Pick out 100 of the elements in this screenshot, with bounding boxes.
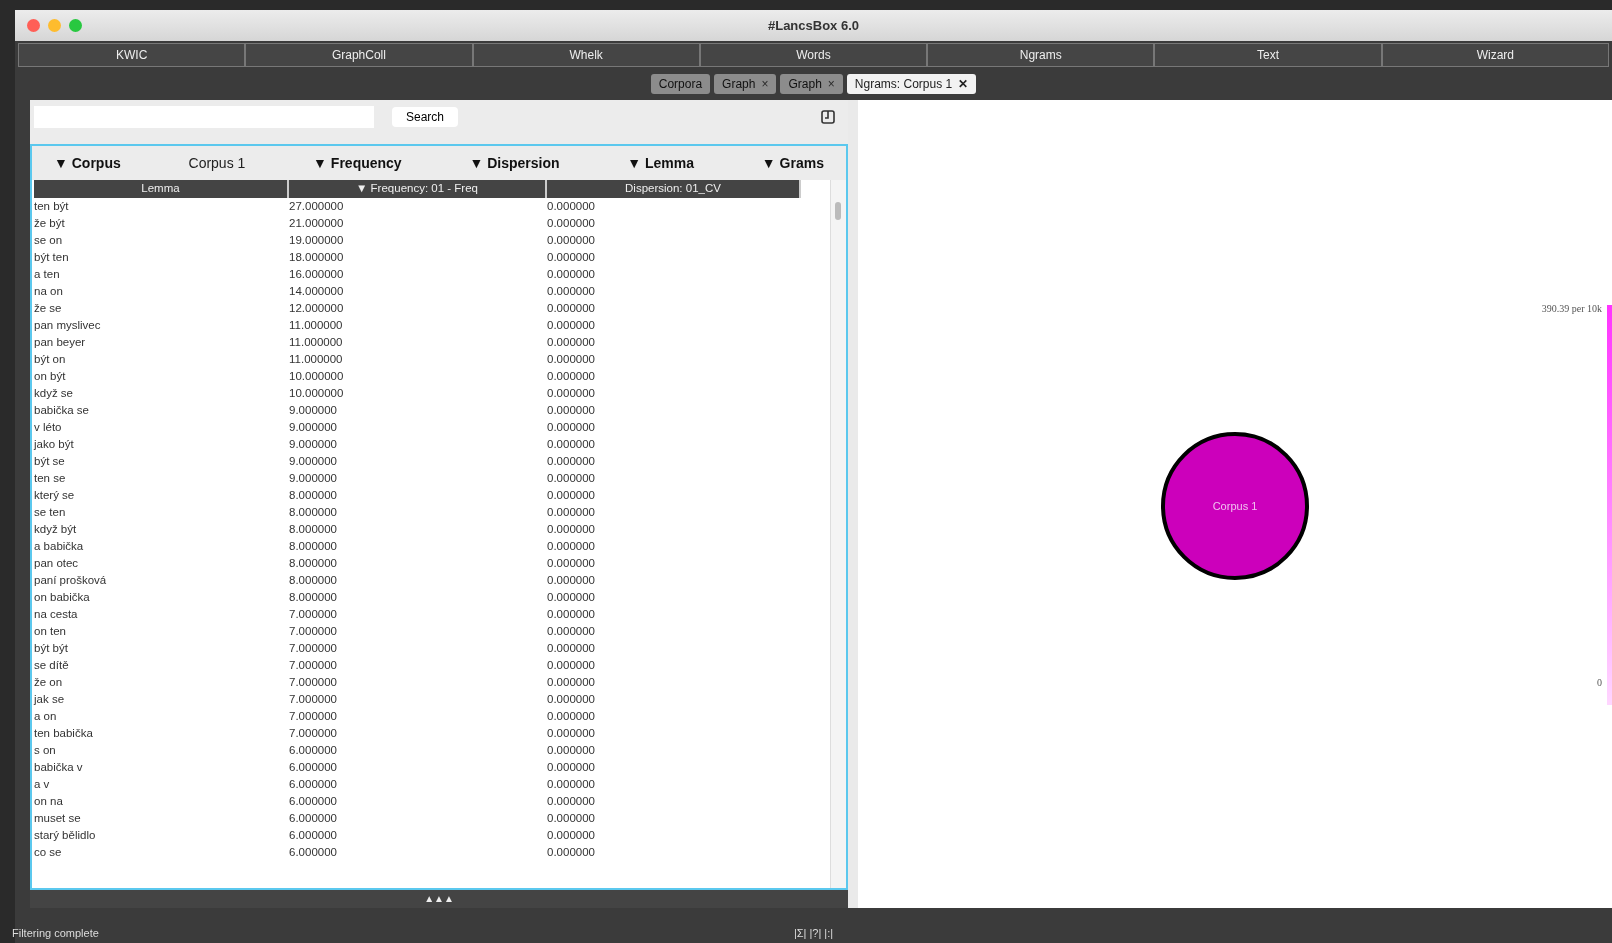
status-indicators: |Σ| |?| |:|	[793, 926, 834, 939]
table-cell-text: 0.000000	[547, 590, 596, 605]
table-cell-text: co se	[34, 845, 63, 860]
tab[interactable]: Words	[699, 43, 928, 67]
table-cell-text: 0.000000	[547, 199, 596, 214]
table-cell-text: babička se	[34, 403, 90, 418]
table-cell-text: 11.000000	[289, 318, 344, 333]
table-cell-text: 6.000000	[289, 760, 338, 775]
zoom-window-button[interactable]	[69, 19, 82, 32]
table-cell-text: 0.000000	[547, 658, 596, 673]
table-cell-text: být on	[34, 352, 67, 367]
tab[interactable]: Graph ×	[714, 73, 777, 94]
table-cell-text: 0.000000	[547, 709, 596, 724]
tab[interactable]: Corpora	[650, 73, 711, 94]
table-cell-text: a babička	[34, 539, 85, 554]
table-cell-text: 0.000000	[547, 471, 596, 486]
table-cell-text: muset se	[34, 811, 82, 826]
table-cell-text: 9.000000	[289, 403, 338, 418]
pane-splitter[interactable]	[848, 100, 858, 908]
table-cell-text: když být	[34, 522, 78, 537]
table-cell-text: 16.000000	[289, 267, 345, 282]
column-header[interactable]: ▼ Frequency: 01 - Freq	[289, 180, 547, 198]
table-cell-text: být být	[34, 641, 69, 656]
table-cell-text: v léto	[34, 420, 63, 435]
tab[interactable]: GraphColl	[245, 43, 473, 67]
window-title: #LancsBox 6.0	[767, 17, 859, 33]
close-icon[interactable]: ✕	[958, 74, 969, 93]
table-cell-text: 8.000000	[289, 539, 338, 554]
table-cell-text: ten být	[34, 199, 70, 214]
table-cell-text: 6.000000	[289, 777, 338, 792]
table-cell-text: 0.000000	[547, 437, 596, 452]
table-cell-text: 0.000000	[547, 692, 596, 707]
table-cell-text: 11.000000	[289, 335, 344, 350]
table-cell-text: 0.000000	[547, 403, 596, 418]
table-cell-text: 11.000000	[289, 352, 344, 367]
table-cell-text: na cesta	[34, 607, 79, 622]
table-cell-text: 0.000000	[547, 233, 596, 248]
table-cell-text: 0.000000	[547, 845, 596, 860]
table-cell-text: on na	[34, 794, 64, 809]
table-cell-text: 10.000000	[289, 386, 345, 401]
status-message: Filtering complete	[12, 925, 99, 941]
table-cell-text: 0.000000	[547, 828, 596, 843]
table-cell-text: 8.000000	[289, 488, 338, 503]
table-cell-text: 7.000000	[289, 624, 338, 639]
table-cell-text: 0.000000	[547, 352, 596, 367]
search-button[interactable]: Search	[392, 107, 459, 127]
table-cell-text: 0.000000	[547, 573, 596, 588]
table-cell-text: 0.000000	[547, 726, 596, 741]
table-cell-text: pan otec	[34, 556, 80, 571]
tab[interactable]: Wizard	[1381, 43, 1609, 67]
tab[interactable]: Graph ×	[780, 73, 843, 94]
table-cell-text: když se	[34, 386, 74, 401]
filter-dropdown[interactable]: ▼ Corpus	[54, 152, 121, 174]
table-cell-text: že být	[34, 216, 66, 231]
table-cell-text: 6.000000	[289, 845, 338, 860]
table-cell-text: 7.000000	[289, 675, 338, 690]
minimize-window-button[interactable]	[48, 19, 61, 32]
tab[interactable]: KWIC	[18, 43, 246, 67]
filter-dropdown[interactable]: ▼ Lemma	[627, 152, 695, 174]
close-icon[interactable]: ×	[827, 74, 835, 93]
filter-dropdown[interactable]: ▼ Grams	[761, 152, 824, 174]
table-cell-text: paní prošková	[34, 573, 108, 588]
table-cell-text: 0.000000	[547, 267, 596, 282]
close-window-button[interactable]	[27, 19, 40, 32]
table-cell-text: ten se	[34, 471, 67, 486]
table-cell-text: on babička	[34, 590, 91, 605]
export-icon[interactable]	[820, 109, 836, 125]
table-cell-text: 0.000000	[547, 760, 596, 775]
table-cell-text: 0.000000	[547, 607, 596, 622]
table-cell-text: 0.000000	[547, 556, 596, 571]
table-cell-text: 7.000000	[289, 658, 338, 673]
column-header[interactable]: Lemma	[34, 180, 289, 198]
table-cell-text: 14.000000	[289, 284, 345, 299]
table-cell-text: 7.000000	[289, 641, 338, 656]
table-cell-text: a ten	[34, 267, 61, 282]
tab[interactable]: Text	[1154, 43, 1382, 67]
table-cell-text: pan myslivec	[34, 318, 102, 333]
tab[interactable]: Ngrams	[927, 43, 1155, 67]
filter-value: Corpus 1	[188, 153, 246, 173]
table-cell-text: 0.000000	[547, 522, 596, 537]
table-cell-text: jak se	[34, 692, 66, 707]
column-header[interactable]: Dispersion: 01_CV	[547, 180, 801, 198]
table-cell-text: 6.000000	[289, 811, 338, 826]
filter-dropdown[interactable]: ▼ Dispersion	[469, 152, 560, 174]
tab[interactable]: Whelk	[472, 43, 700, 67]
table-cell-text: 0.000000	[547, 454, 596, 469]
collapse-toggle[interactable]: ▲▲▲	[30, 890, 848, 908]
table-cell-text: a on	[34, 709, 58, 724]
table-cell-text: babička v	[34, 760, 84, 775]
table-cell-text: 0.000000	[547, 675, 596, 690]
close-icon[interactable]: ×	[761, 74, 769, 93]
table-cell-text: 6.000000	[289, 743, 338, 758]
table-cell-text: a v	[34, 777, 51, 792]
tab[interactable]: Ngrams: Corpus 1 ✕	[846, 73, 977, 94]
table-cell-text: pan beyer	[34, 335, 87, 350]
filter-dropdown[interactable]: ▼ Frequency	[313, 152, 402, 174]
table-cell-text: 6.000000	[289, 828, 338, 843]
scrollbar[interactable]	[830, 180, 846, 888]
table-cell-text: 12.000000	[289, 301, 345, 316]
table-cell-text: 0.000000	[547, 505, 596, 520]
